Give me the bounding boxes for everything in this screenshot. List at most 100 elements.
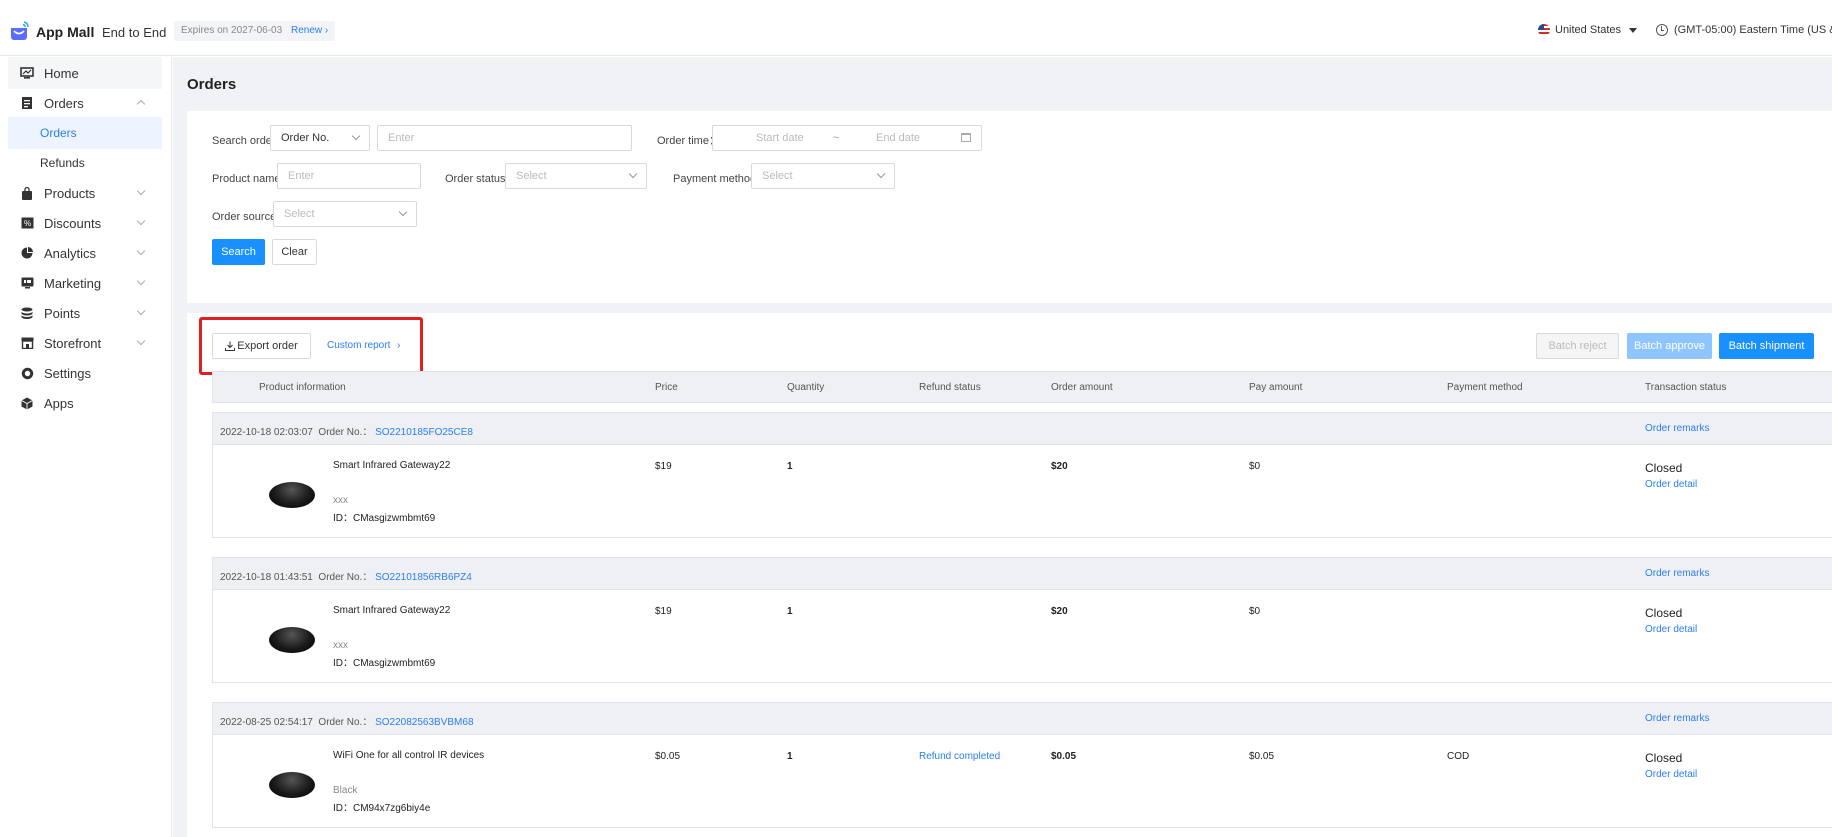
chevron-down-icon: [136, 276, 146, 286]
order-amount-value: $0.05: [1051, 751, 1077, 762]
sidebar-item-products[interactable]: Products: [8, 177, 162, 209]
start-date-input[interactable]: Start date: [756, 126, 804, 150]
renew-link[interactable]: Renew ›: [291, 25, 328, 36]
column-header: Transaction status: [1645, 382, 1727, 393]
order-remarks-link[interactable]: Order remarks: [1645, 568, 1709, 579]
order-number-link[interactable]: SO22101856RB6PZ4: [375, 572, 472, 583]
order-status-select[interactable]: Select: [505, 163, 647, 189]
order-time-range-picker[interactable]: Start date ~ End date: [712, 125, 982, 151]
sidebar: Home Orders Orders Refunds Products % Di…: [0, 57, 172, 837]
payment-method-placeholder[interactable]: Select: [762, 170, 793, 182]
order-detail-link[interactable]: Order detail: [1645, 624, 1697, 635]
country-selector[interactable]: United States: [1538, 24, 1638, 36]
product-id: ID：CM94x7zg6biy4e: [333, 803, 431, 814]
chevron-down-icon: [876, 169, 886, 179]
batch-approve-button[interactable]: Batch approve: [1627, 333, 1712, 359]
order-source-placeholder[interactable]: Select: [284, 208, 315, 220]
order-number-link[interactable]: SO22082563BVBM68: [375, 717, 473, 728]
sidebar-item-orders[interactable]: Orders: [8, 87, 162, 119]
clear-button[interactable]: Clear: [272, 239, 317, 265]
payment-method-select[interactable]: Select: [751, 163, 895, 189]
sidebar-item-analytics[interactable]: Analytics: [8, 237, 162, 269]
product-id: ID：CMasgizwmbmt69: [333, 658, 436, 669]
order-no-label: Order No.：: [318, 717, 373, 728]
chevron-down-icon: [136, 336, 146, 346]
end-date-input[interactable]: End date: [876, 126, 920, 150]
chevron-up-icon: [136, 99, 146, 109]
sidebar-item-label: Products: [44, 185, 96, 201]
search-button[interactable]: Search: [212, 239, 265, 265]
price-value: $19: [655, 606, 672, 617]
us-flag-icon: [1538, 24, 1550, 36]
search-order-type-value[interactable]: Order No.: [281, 132, 329, 144]
sidebar-item-marketing[interactable]: Marketing: [8, 267, 162, 299]
chevron-down-icon: [136, 246, 146, 256]
order-no-label: Order No.：: [318, 572, 373, 583]
page-title: Orders: [187, 76, 237, 93]
product-name-input[interactable]: Enter: [277, 163, 421, 189]
batch-shipment-button[interactable]: Batch shipment: [1719, 333, 1814, 359]
order-detail-link[interactable]: Order detail: [1645, 479, 1697, 490]
order-remarks-link[interactable]: Order remarks: [1645, 713, 1709, 724]
transaction-status: Closed: [1645, 751, 1683, 765]
order-detail-link[interactable]: Order detail: [1645, 769, 1697, 780]
order-meta: 2022-10-18 01:43:51 Order No.： SO2210185…: [220, 568, 472, 583]
renew-label[interactable]: Renew: [291, 25, 322, 36]
pay-amount-value: $0: [1249, 461, 1261, 472]
order-amount-value: $20: [1051, 606, 1068, 617]
order-remarks-link[interactable]: Order remarks: [1645, 423, 1709, 434]
payment-method-value: COD: [1447, 751, 1470, 762]
sidebar-item-label: Home: [44, 65, 79, 81]
order-status-placeholder[interactable]: Select: [516, 170, 547, 182]
pie-chart-icon: [20, 246, 34, 260]
quantity-value: 1: [787, 461, 793, 472]
product-name: Smart Infrared Gateway22: [333, 460, 451, 471]
sidebar-item-discounts[interactable]: % Discounts: [8, 207, 162, 239]
sidebar-item-storefront[interactable]: Storefront: [8, 327, 162, 359]
chevron-down-icon: [136, 216, 146, 226]
refund-status-value: Refund completed: [919, 751, 1001, 762]
quantity-value: 1: [787, 606, 793, 617]
order-row-header: 2022-10-18 02:03:07 Order No.： SO2210185…: [213, 413, 1832, 445]
sidebar-subitem-refunds[interactable]: Refunds: [8, 147, 162, 179]
timezone-selector[interactable]: (GMT-05:00) Eastern Time (US & C: [1656, 24, 1832, 36]
export-order-button[interactable]: Export order: [212, 333, 311, 359]
sidebar-item-home[interactable]: Home: [8, 57, 162, 89]
sidebar-item-settings[interactable]: Settings: [8, 357, 162, 389]
sidebar-item-apps[interactable]: Apps: [8, 387, 162, 419]
order-source-select[interactable]: Select: [273, 201, 417, 227]
order-time: 2022-10-18 01:43:51: [220, 572, 313, 583]
product-thumbnail: [269, 482, 315, 508]
store-icon: [20, 336, 34, 350]
sidebar-item-label: Discounts: [44, 215, 102, 231]
pay-amount-value: $0.05: [1249, 751, 1275, 762]
sidebar-item-label: Apps: [44, 395, 74, 411]
chevron-down-icon: [136, 186, 146, 196]
batch-reject-button[interactable]: Batch reject: [1536, 333, 1619, 359]
transaction-status: Closed: [1645, 606, 1683, 620]
chevron-down-icon: [136, 306, 146, 316]
chevron-right-icon: ›: [397, 340, 401, 351]
custom-report-link[interactable]: Custom report ›: [327, 340, 400, 351]
custom-report-label[interactable]: Custom report: [327, 340, 390, 351]
timezone-label[interactable]: (GMT-05:00) Eastern Time (US & C: [1674, 24, 1832, 36]
order-number-link[interactable]: SO2210185FO25CE8: [375, 427, 473, 438]
search-order-input[interactable]: Enter: [377, 125, 632, 151]
sidebar-subitem-orders[interactable]: Orders: [8, 117, 162, 149]
search-order-type-select[interactable]: Order No.: [270, 125, 370, 151]
expiry-text: Expires on 2027-06-03: [181, 25, 283, 36]
table-header: Product information Price Quantity Refun…: [212, 371, 1832, 403]
product-thumbnail: [269, 627, 315, 653]
column-header: Payment method: [1447, 382, 1523, 393]
app-subtitle: End to End: [102, 25, 167, 40]
export-order-label[interactable]: Export order: [237, 340, 298, 352]
price-value: $19: [655, 461, 672, 472]
sidebar-item-points[interactable]: Points: [8, 297, 162, 329]
sidebar-item-label: Analytics: [44, 245, 97, 261]
country-label[interactable]: United States: [1555, 24, 1621, 36]
product-name: Smart Infrared Gateway22: [333, 605, 451, 616]
column-header: Quantity: [787, 382, 825, 393]
dashboard-icon: [20, 66, 34, 80]
column-header: Product information: [259, 382, 346, 393]
download-icon: [225, 341, 236, 351]
